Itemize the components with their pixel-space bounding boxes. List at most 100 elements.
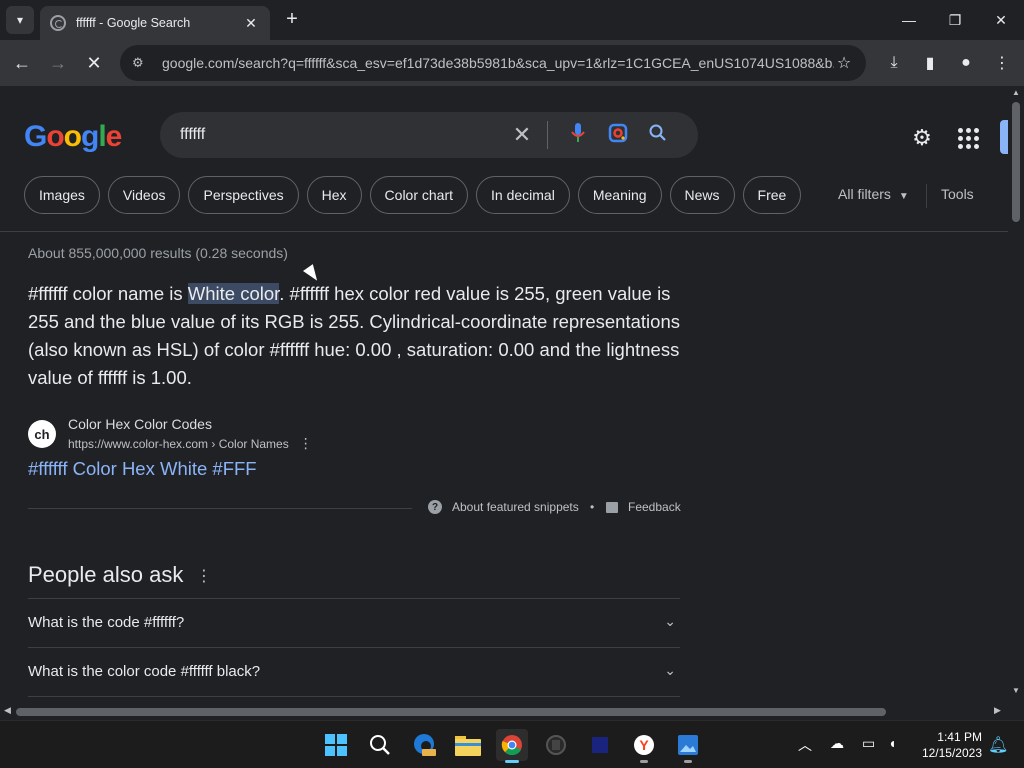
close-window-button[interactable]: ✕ <box>978 0 1024 40</box>
snippet-highlight[interactable]: White color <box>187 283 280 304</box>
profile-icon[interactable]: ● <box>954 51 978 75</box>
clear-search-icon[interactable]: ✕ <box>507 122 537 148</box>
chip-videos[interactable]: Videos <box>107 176 181 214</box>
account-avatar[interactable] <box>1000 120 1008 154</box>
lens-search-icon[interactable] <box>598 123 638 148</box>
search-icon[interactable] <box>638 124 678 147</box>
tab-close-icon[interactable]: ✕ <box>242 15 260 32</box>
google-logo[interactable]: Google <box>24 120 122 154</box>
help-icon: ? <box>428 500 442 514</box>
feedback-link[interactable]: Feedback <box>606 500 681 514</box>
chevron-down-icon: ▾ <box>16 13 24 27</box>
paa-question[interactable]: What is the code #ffffff? ⌄ <box>28 598 680 647</box>
scroll-up-icon[interactable]: ▲ <box>1012 88 1020 97</box>
search-divider <box>547 121 548 149</box>
tab-search-button[interactable]: ▾ <box>6 6 34 34</box>
chevron-down-icon: ⌄ <box>664 662 676 678</box>
source-name: Color Hex Color Codes <box>68 416 212 432</box>
volume-muted-icon[interactable]: ◖ <box>888 735 896 751</box>
scroll-down-icon[interactable]: ▼ <box>1012 686 1020 695</box>
download-icon[interactable]: ⤓ <box>882 51 906 75</box>
logo-letter: l <box>98 120 106 153</box>
browser-toolbar: ← → ✕ ⚙ google.com/search?q=ffffff&sca_e… <box>0 40 1024 86</box>
horizontal-scroll-thumb[interactable] <box>16 708 886 716</box>
stop-loading-button[interactable]: ✕ <box>80 49 108 77</box>
featured-snippet-text: #ffffff color name is White color. #ffff… <box>28 280 688 392</box>
clock-time: 1:41 PM <box>937 730 982 744</box>
system-clock[interactable]: 1:41 PM 12/15/2023 <box>918 729 982 761</box>
active-tab[interactable]: ffffff - Google Search ✕ <box>40 6 270 40</box>
more-options-icon[interactable]: ⋮ <box>299 435 313 451</box>
taskbar-search-icon[interactable] <box>364 729 396 761</box>
search-results-page: Google ffffff ✕ ⚙ Images Videos Perspect… <box>0 86 1008 704</box>
feedback-icon <box>606 501 618 513</box>
vertical-scroll-thumb[interactable] <box>1012 102 1020 222</box>
snippet-source[interactable]: ch Color Hex Color Codes https://www.col… <box>28 416 313 452</box>
paa-question[interactable] <box>28 696 680 704</box>
site-info-icon[interactable]: ⚙ <box>132 55 150 71</box>
forward-button[interactable]: → <box>44 49 72 77</box>
paa-question[interactable]: What is the color code #ffffff black? ⌄ <box>28 647 680 696</box>
about-snippets-label: About featured snippets <box>452 500 579 514</box>
onedrive-icon[interactable]: ☁ <box>830 735 844 752</box>
windows-logo-icon <box>325 734 347 756</box>
clock-date: 12/15/2023 <box>921 746 982 760</box>
address-bar[interactable]: ⚙ google.com/search?q=ffffff&sca_esv=ef1… <box>120 45 866 81</box>
google-apps-icon[interactable] <box>954 124 982 152</box>
file-explorer-icon[interactable] <box>452 729 484 761</box>
chip-perspectives[interactable]: Perspectives <box>188 176 299 214</box>
footer-separator: • <box>590 500 595 514</box>
notification-bell-icon[interactable]: 🔔︎ <box>988 735 1008 755</box>
chip-news[interactable]: News <box>669 176 735 214</box>
search-box[interactable]: ffffff ✕ <box>160 112 698 158</box>
snippet-footer: ? About featured snippets • Feedback <box>28 500 681 516</box>
start-button[interactable] <box>320 729 352 761</box>
tray-overflow-icon[interactable]: ︿ <box>798 735 812 755</box>
logo-letter: o <box>63 120 82 153</box>
app-dark-blue-icon[interactable] <box>584 729 616 761</box>
paa-options-icon[interactable]: ⋮ <box>196 566 212 586</box>
svg-text:Y: Y <box>639 737 649 753</box>
filters-divider <box>926 184 927 208</box>
chip-color-chart[interactable]: Color chart <box>369 176 469 214</box>
url-text: google.com/search?q=ffffff&sca_esv=ef1d7… <box>162 55 834 71</box>
menu-kebab-icon[interactable]: ⋮ <box>990 51 1014 75</box>
photos-icon[interactable] <box>672 729 704 763</box>
side-panel-icon[interactable]: ▮ <box>918 51 942 75</box>
horizontal-scrollbar[interactable]: ◀ ▶ <box>0 704 1008 720</box>
chip-images[interactable]: Images <box>24 176 100 214</box>
restore-button[interactable]: ❐ <box>932 0 978 40</box>
all-filters-button[interactable]: All filters ▼ <box>838 186 909 202</box>
back-button[interactable]: ← <box>8 49 36 77</box>
scroll-right-icon[interactable]: ▶ <box>994 705 1001 716</box>
settings-gear-icon[interactable]: ⚙ <box>908 124 936 152</box>
chip-meaning[interactable]: Meaning <box>577 176 662 214</box>
title-bar: ▾ ffffff - Google Search ✕ + — ❐ ✕ <box>0 0 1024 40</box>
all-filters-label: All filters <box>838 186 891 202</box>
network-icon[interactable]: ▭ <box>862 735 875 752</box>
yandex-browser-icon[interactable]: Y <box>628 729 660 763</box>
result-title-link[interactable]: #ffffff Color Hex White #FFF <box>28 458 257 480</box>
edge-beta-icon[interactable] <box>408 729 440 761</box>
chip-in-decimal[interactable]: In decimal <box>476 176 570 214</box>
vertical-scrollbar[interactable]: ▲ ▼ <box>1008 86 1024 704</box>
chrome-icon[interactable] <box>496 729 528 763</box>
about-snippets-link[interactable]: ? About featured snippets <box>428 500 579 514</box>
minimize-button[interactable]: — <box>886 0 932 40</box>
chip-free[interactable]: Free <box>742 176 802 214</box>
tools-button[interactable]: Tools <box>941 186 974 202</box>
voice-search-icon[interactable] <box>558 122 598 148</box>
app-shield-icon[interactable] <box>540 729 572 761</box>
snippet-text-pre: #ffffff color name is <box>28 283 188 304</box>
scroll-left-icon[interactable]: ◀ <box>4 705 11 716</box>
chevron-down-icon: ⌄ <box>664 613 676 629</box>
people-also-ask-heading: People also ask <box>28 562 184 587</box>
running-indicator <box>640 760 648 763</box>
chip-hex[interactable]: Hex <box>306 176 362 214</box>
running-indicator <box>684 760 692 763</box>
new-tab-button[interactable]: + <box>280 8 304 32</box>
bookmark-star-icon[interactable]: ☆ <box>834 53 854 73</box>
logo-letter: g <box>81 120 99 153</box>
feedback-label: Feedback <box>628 500 681 514</box>
search-input[interactable]: ffffff <box>180 126 507 144</box>
